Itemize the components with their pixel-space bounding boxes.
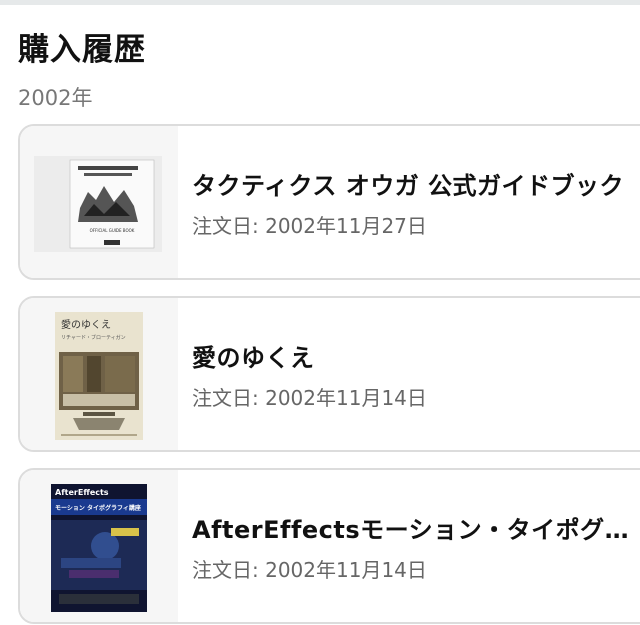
order-card-aftereffects[interactable]: AfterEffects モーション タイポグラフィ講座 AfterEffect… <box>18 468 640 624</box>
order-card-tactics-ogre[interactable]: OFFICIAL GUIDE BOOK タクティクス オウガ 公式ガイドブック … <box>18 124 640 280</box>
top-bar <box>0 0 640 5</box>
cover-title: AfterEffects <box>55 488 109 497</box>
year-heading: 2002年 <box>18 86 93 110</box>
order-date: 注文日: 2002年11月14日 <box>192 558 427 582</box>
tactics-ogre-cover-image: OFFICIAL GUIDE BOOK <box>34 156 162 252</box>
order-title[interactable]: タクティクス オウガ 公式ガイドブック <box>192 166 632 201</box>
order-card-ai-no-yukue[interactable]: 愛のゆくえ リチャード・ブローティガン 愛のゆくえ 注文日: 2002年11月1… <box>18 296 640 452</box>
order-date: 注文日: 2002年11月27日 <box>192 214 427 238</box>
cover-caption: OFFICIAL GUIDE BOOK <box>90 228 135 233</box>
order-date: 注文日: 2002年11月14日 <box>192 386 427 410</box>
cover-author: リチャード・ブローティガン <box>61 334 126 341</box>
order-title[interactable]: AfterEffectsモーション・タイポグラフィ講座 <box>192 510 632 545</box>
book-cover-thumbnail: OFFICIAL GUIDE BOOK <box>20 126 178 278</box>
ai-no-yukue-cover-image: 愛のゆくえ リチャード・ブローティガン <box>55 312 143 440</box>
page-title: 購入履歴 <box>18 32 146 68</box>
book-cover-thumbnail: AfterEffects モーション タイポグラフィ講座 <box>20 470 178 622</box>
order-title[interactable]: 愛のゆくえ <box>192 338 632 373</box>
aftereffects-cover-image: AfterEffects モーション タイポグラフィ講座 <box>51 484 147 612</box>
book-cover-thumbnail: 愛のゆくえ リチャード・ブローティガン <box>20 298 178 450</box>
cover-subtitle: モーション タイポグラフィ講座 <box>55 504 141 512</box>
cover-title: 愛のゆくえ <box>61 318 111 331</box>
